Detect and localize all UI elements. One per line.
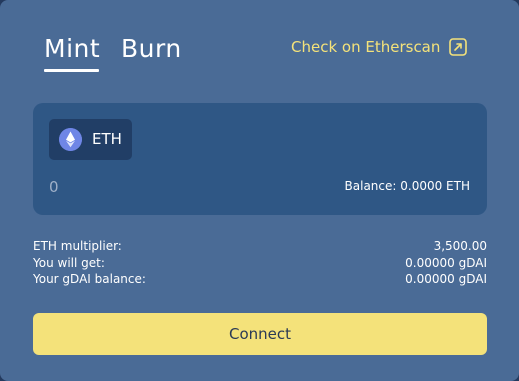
info-label: You will get:	[33, 256, 105, 270]
amount-input[interactable]	[49, 177, 249, 197]
token-selector[interactable]: ETH	[49, 119, 132, 160]
info-row-you-will-get: You will get: 0.00000 gDAI	[33, 255, 487, 271]
info-label: Your gDAI balance:	[33, 272, 146, 286]
info-value: 0.00000 gDAI	[405, 256, 487, 270]
info-label: ETH multiplier:	[33, 239, 122, 253]
external-link-icon	[449, 38, 468, 56]
balance-text: Balance: 0.0000 ETH	[344, 179, 470, 193]
tab-burn[interactable]: Burn	[121, 32, 182, 66]
connect-button[interactable]: Connect	[33, 313, 487, 355]
token-symbol: ETH	[92, 130, 122, 148]
etherscan-link[interactable]: Check on Etherscan	[291, 38, 468, 56]
ethereum-icon	[59, 128, 82, 151]
amount-panel: ETH Balance: 0.0000 ETH	[33, 103, 487, 215]
mint-burn-card: Mint Burn Check on Etherscan ETH Balance…	[0, 0, 519, 381]
info-value: 3,500.00	[433, 239, 487, 253]
info-value: 0.00000 gDAI	[405, 272, 487, 286]
etherscan-link-label: Check on Etherscan	[291, 38, 441, 56]
info-row-gdai-balance: Your gDAI balance: 0.00000 gDAI	[33, 271, 487, 287]
active-tab-indicator	[44, 69, 99, 72]
tab-mint[interactable]: Mint	[44, 32, 100, 66]
info-row-multiplier: ETH multiplier: 3,500.00	[33, 238, 487, 254]
